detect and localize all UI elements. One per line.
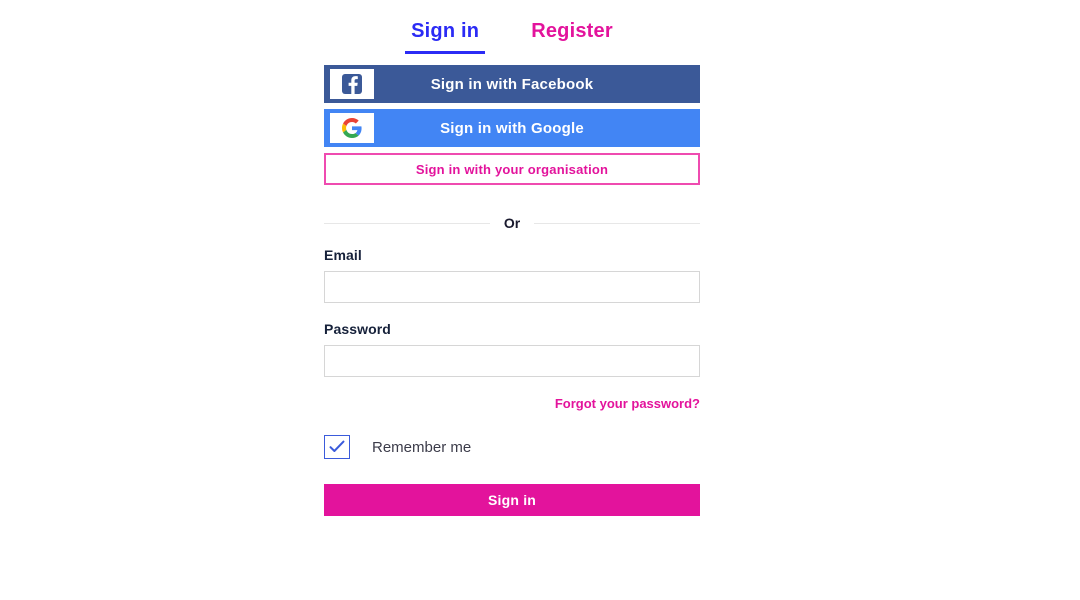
email-label: Email: [324, 247, 362, 263]
password-input[interactable]: [324, 345, 700, 377]
facebook-icon: [330, 69, 374, 99]
tab-sign-in-label: Sign in: [411, 20, 480, 42]
forgot-password-row: Forgot your password?: [324, 395, 700, 413]
password-label: Password: [324, 321, 391, 337]
remember-me-label: Remember me: [372, 438, 472, 456]
tab-register[interactable]: Register: [525, 18, 619, 54]
sign-in-google-button[interactable]: Sign in with Google: [324, 109, 700, 147]
auth-tabs: Sign in Register: [324, 0, 700, 54]
remember-me-row: Remember me: [324, 435, 700, 459]
tab-register-label: Register: [531, 20, 613, 42]
tab-sign-in[interactable]: Sign in: [405, 18, 486, 54]
sign-in-page: Sign in Register Sign in with Facebook S…: [0, 0, 1080, 600]
sign-in-organisation-button[interactable]: Sign in with your organisation: [324, 153, 700, 185]
divider-line-left: [324, 222, 490, 224]
or-divider-label: Or: [503, 215, 521, 231]
check-icon: [329, 440, 345, 452]
remember-me-checkbox[interactable]: [324, 435, 350, 459]
sign-in-facebook-button[interactable]: Sign in with Facebook: [324, 65, 700, 103]
sign-in-google-label: Sign in with Google: [440, 119, 584, 137]
forgot-password-link[interactable]: Forgot your password?: [555, 396, 700, 411]
sign-in-submit-button[interactable]: Sign in: [324, 484, 700, 516]
sign-in-facebook-label: Sign in with Facebook: [430, 75, 594, 93]
google-icon: [330, 113, 374, 143]
or-divider: Or: [324, 215, 700, 231]
divider-line-right: [534, 222, 700, 224]
sign-in-form-column: Sign in Register Sign in with Facebook S…: [324, 0, 700, 516]
email-input[interactable]: [324, 271, 700, 303]
